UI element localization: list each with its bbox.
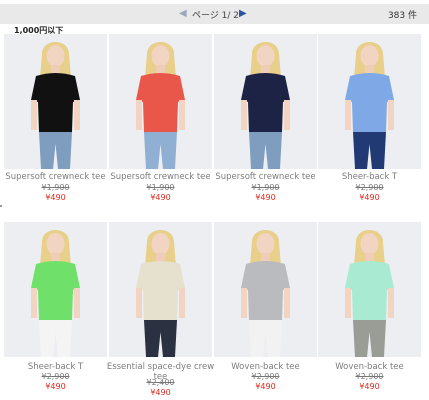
product-photo[interactable] [109,34,212,169]
product-name[interactable]: Supersoft crewneck tee [103,172,218,182]
original-price: ¥2,900 [41,372,70,381]
sale-price: ¥490 [255,193,276,202]
sale-price: ¥490 [150,193,171,202]
product-photo[interactable] [318,34,421,169]
product-name[interactable]: Sheer-back T [312,172,427,182]
sale-price: ¥490 [45,193,66,202]
original-price: ¥2,900 [355,183,384,192]
product-photo[interactable] [214,222,317,357]
prev-page-icon[interactable]: ◀ [179,8,187,19]
product-photo[interactable] [109,222,212,357]
sale-price: ¥490 [150,388,171,397]
original-price: ¥2,900 [251,372,280,381]
product-name[interactable]: Sheer-back T [0,362,113,372]
original-price: ¥1,900 [41,183,70,192]
original-price: ¥1,900 [146,183,175,192]
page-indicator: ページ 1/ 2 [192,11,240,21]
original-price: ¥1,900 [251,183,280,192]
sale-price: ¥490 [359,382,380,391]
product-photo[interactable] [318,222,421,357]
result-count: 383 件 [387,11,417,21]
original-price: ¥2,900 [355,372,384,381]
divider-dot [0,205,2,207]
sale-price: ¥490 [255,382,276,391]
product-name[interactable]: Supersoft crewneck tee [0,172,113,182]
original-price: ¥2,400 [146,378,175,387]
product-photo[interactable] [4,34,107,169]
product-name[interactable]: Woven-back tee [312,362,427,372]
sale-price: ¥490 [45,382,66,391]
product-photo[interactable] [4,222,107,357]
sale-price: ¥490 [359,193,380,202]
next-page-icon[interactable]: ▶ [239,8,247,19]
product-name[interactable]: Supersoft crewneck tee [208,172,323,182]
product-name[interactable]: Woven-back tee [208,362,323,372]
pagination-bar: ◀ ページ 1/ 2 ▶ 383 件 [0,4,429,24]
product-photo[interactable] [214,34,317,169]
